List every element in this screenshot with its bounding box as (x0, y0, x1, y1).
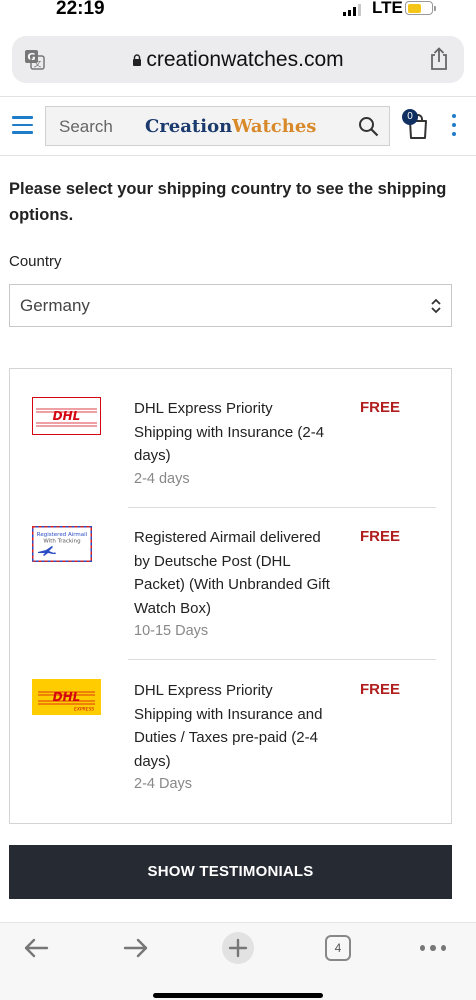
brand-logo[interactable]: CreationWatches (145, 116, 316, 137)
search-input[interactable]: Search CreationWatches (45, 106, 390, 146)
menu-icon[interactable] (12, 116, 33, 134)
shipping-option-days: 2-4 days (134, 470, 190, 487)
shipping-option-name: Registered Airmail delivered by Deutsche… (134, 529, 330, 617)
lock-icon (133, 53, 142, 66)
cart-count-badge: 0 (402, 109, 418, 125)
cart-icon[interactable]: 0 (402, 109, 432, 140)
shipping-option-name: DHL Express Priority Shipping with Insur… (134, 400, 325, 464)
battery-icon (405, 1, 436, 15)
show-testimonials-button[interactable]: SHOW TESTIMONIALS (9, 845, 452, 899)
signal-icon (343, 4, 361, 16)
country-select[interactable]: Germany (9, 284, 452, 327)
express-logo-text: EXPRESS (74, 707, 94, 713)
registered-airmail-icon: Registered Airmail With Tracking (32, 526, 92, 562)
dhl-express-logo-text: DHL (53, 690, 81, 704)
shipping-prompt: Please select your shipping country to s… (9, 180, 447, 224)
shipping-options-list: DHL DHL Express Priority Shipping with I… (9, 368, 452, 824)
status-time: 22:19 (56, 0, 105, 19)
status-bar: 22:19 LTE (0, 0, 476, 26)
shipping-option-days: 10-15 Days (134, 623, 209, 639)
shipping-option-price: FREE (360, 681, 401, 698)
address-bar[interactable]: G 文 creationwatches.com (12, 36, 464, 83)
kebab-menu-icon[interactable] (452, 114, 458, 138)
airmail-logo-text-2: With Tracking (43, 539, 80, 545)
site-header: Search CreationWatches 0 (0, 96, 476, 156)
shipping-option-price: FREE (360, 528, 401, 545)
divider (128, 507, 436, 508)
country-label: Country (9, 253, 62, 270)
airmail-logo-text-1: Registered Airmail (37, 532, 88, 538)
dhl-logo-text: DHL (53, 409, 81, 423)
browser-toolbar: 4 (0, 922, 476, 1000)
new-tab-icon[interactable] (222, 932, 254, 964)
forward-arrow-icon[interactable] (123, 937, 149, 959)
shipping-option-days: 2-4 Days (134, 776, 193, 792)
network-label: LTE (372, 0, 403, 17)
more-icon[interactable] (420, 945, 446, 951)
shipping-option-price: FREE (360, 399, 401, 416)
divider (128, 659, 436, 660)
search-icon[interactable] (358, 116, 379, 137)
select-arrows-icon (431, 298, 441, 314)
share-icon[interactable] (428, 47, 450, 71)
shipping-option-name: DHL Express Priority Shipping with Insur… (134, 682, 323, 770)
url-text[interactable]: creationwatches.com (146, 48, 343, 72)
search-placeholder: Search (59, 117, 113, 136)
tabs-icon[interactable]: 4 (325, 935, 351, 961)
country-selected-value: Germany (20, 296, 90, 315)
back-arrow-icon[interactable] (23, 937, 49, 959)
home-indicator (153, 993, 323, 998)
dhl-express-logo-icon: DHL EXPRESS (32, 679, 101, 715)
dhl-logo-icon: DHL (32, 397, 101, 435)
